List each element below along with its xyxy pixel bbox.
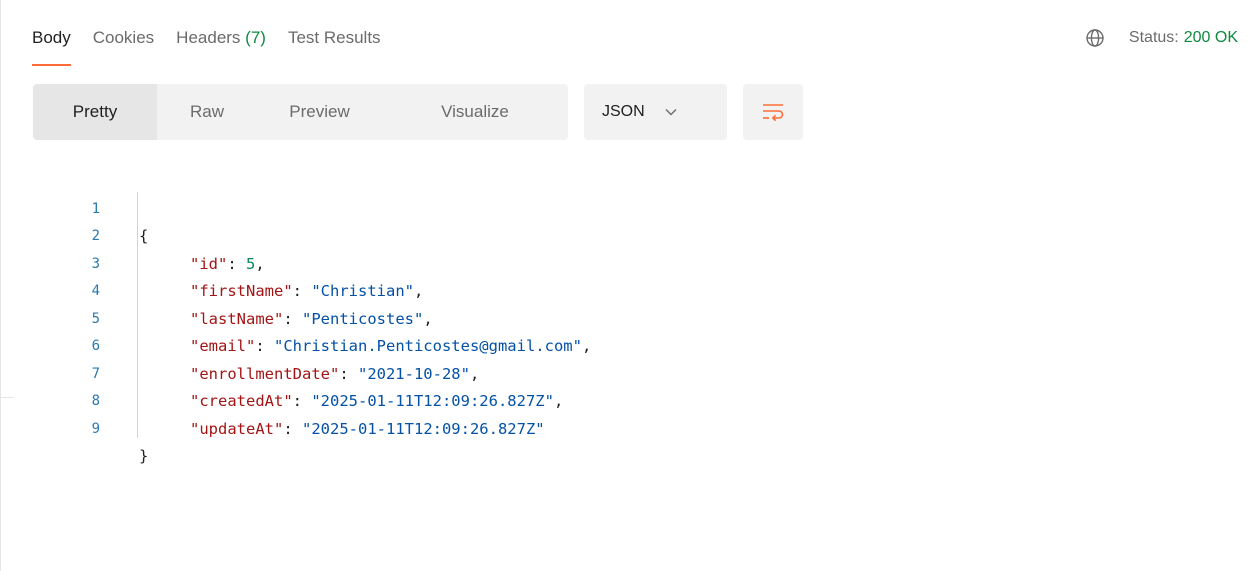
json-key: "id" (190, 254, 228, 273)
view-mode-preview[interactable]: Preview (257, 84, 382, 140)
tab-test-results[interactable]: Test Results (288, 24, 381, 64)
line-number: 4 (91, 283, 100, 299)
code-line: 5 "email": "Christian.Penticostes@gmail.… (0, 278, 592, 356)
status-code[interactable]: 200 OK (1184, 29, 1238, 47)
view-mode-pretty[interactable]: Pretty (33, 84, 157, 140)
json-open-brace[interactable]: { (139, 223, 148, 251)
code-line: 2 "id": 5, (0, 196, 265, 273)
json-close-brace[interactable]: } (139, 443, 148, 471)
headers-count-badge: (7) (245, 28, 266, 47)
tab-headers[interactable]: Headers (7) (176, 24, 266, 64)
globe-icon[interactable] (1085, 28, 1105, 48)
json-key: "updateAt" (190, 419, 284, 438)
json-value: "2025-01-11T12:09:26.827Z" (311, 392, 554, 410)
indent-guide (137, 192, 138, 438)
json-value: "Christian" (311, 282, 414, 300)
tab-body[interactable]: Body (32, 24, 71, 66)
json-value: "2021-10-28" (357, 364, 470, 383)
response-body-editor[interactable]: 1 { 2 "id": 5, 3 "firstName": "Christian… (0, 168, 592, 466)
response-panel: Body Cookies Headers (7) Test Results St… (0, 0, 1256, 571)
code-line: 1 { (0, 168, 149, 246)
json-value: "Christian.Penticostes@gmail.com" (274, 337, 582, 355)
line-number: 2 (91, 228, 100, 244)
view-mode-selector: Pretty Raw Preview Visualize (33, 84, 568, 140)
status-label: Status: (1128, 29, 1179, 46)
format-select[interactable]: JSON (584, 84, 727, 140)
line-number: 8 (91, 393, 100, 409)
json-key: "createdAt" (190, 392, 293, 410)
tab-test-results-label: Test Results (287, 28, 381, 47)
line-number: 1 (91, 200, 100, 217)
code-line: 6 "enrollmentDate": "2021-10-28", (0, 306, 480, 383)
json-value: "2025-01-11T12:09:26.827Z" (302, 419, 545, 438)
view-mode-visualize[interactable]: Visualize (382, 84, 568, 140)
json-key: "firstName" (190, 282, 293, 300)
code-line: 7 "createdAt": "2025-01-11T12:09:26.827Z… (0, 333, 564, 411)
json-value: "Penticostes" (302, 309, 424, 328)
code-line: 4 "lastName": "Penticostes", (0, 251, 433, 328)
body-toolbar: Pretty Raw Preview Visualize JSON (33, 84, 803, 140)
wrap-lines-icon (762, 103, 784, 121)
line-number: 9 (91, 420, 100, 437)
line-number: 7 (91, 365, 100, 382)
code-line: 9 } (0, 388, 149, 466)
view-mode-raw[interactable]: Raw (157, 84, 257, 140)
tab-headers-label: Headers (176, 28, 241, 47)
chevron-down-icon (665, 108, 677, 116)
line-number: 6 (91, 338, 100, 354)
line-number: 3 (91, 255, 100, 272)
tab-cookies[interactable]: Cookies (93, 24, 154, 64)
response-tabs: Body Cookies Headers (7) Test Results (32, 24, 403, 66)
response-status: Status: 200 OK (1085, 24, 1238, 52)
line-number: 5 (91, 310, 100, 327)
code-line: 3 "firstName": "Christian", (0, 223, 424, 301)
code-line: 8 "updateAt": "2025-01-11T12:09:26.827Z" (0, 361, 545, 438)
json-key: "enrollmentDate" (190, 364, 340, 383)
json-key: "email" (190, 337, 256, 355)
json-key: "lastName" (190, 309, 284, 328)
json-value: 5 (246, 254, 256, 273)
wrap-lines-button[interactable] (743, 84, 803, 140)
tab-cookies-label: Cookies (92, 28, 155, 47)
tab-body-label: Body (32, 28, 71, 47)
format-select-value: JSON (602, 103, 645, 120)
